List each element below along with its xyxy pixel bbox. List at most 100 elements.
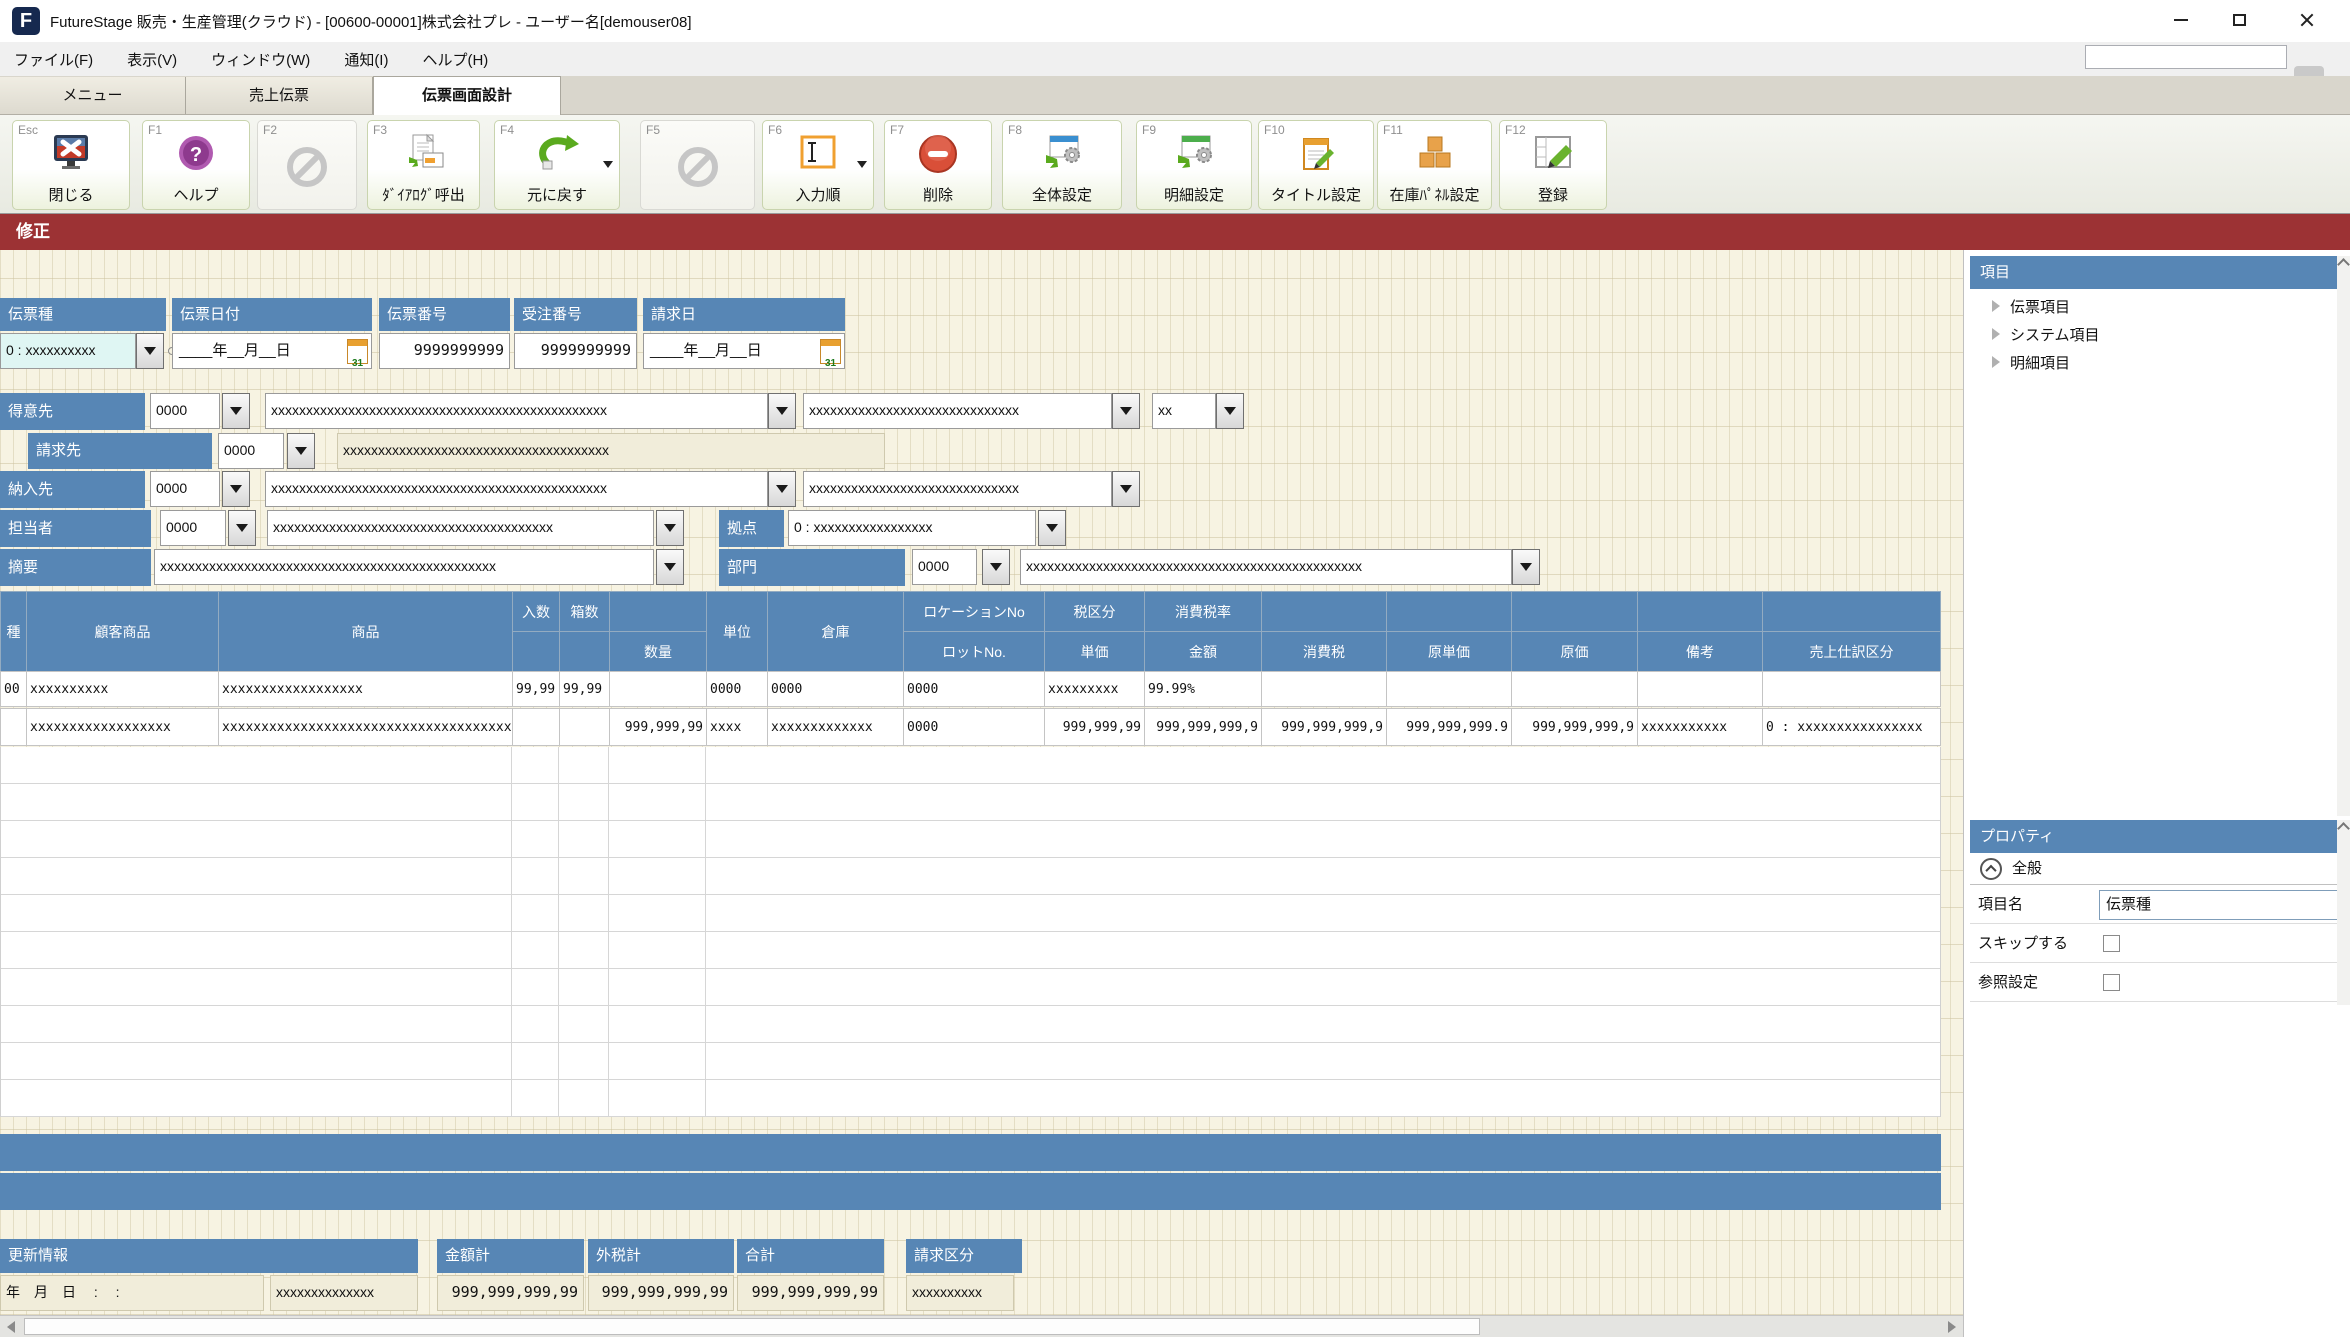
dept-label[interactable]: 部門 [719, 549, 905, 586]
dept-code-field[interactable]: 0000 [912, 549, 977, 585]
cell-warehouse[interactable]: 0000 [768, 672, 903, 706]
menu-view[interactable]: 表示(V) [127, 49, 177, 70]
dialog-call-button[interactable]: F3 ﾀﾞｲｱﾛｸﾞ呼出 [367, 120, 480, 210]
title-settings-button[interactable]: F10 タイトル設定 [1258, 120, 1374, 210]
empty-row[interactable] [1, 1006, 1940, 1043]
empty-row[interactable] [1, 1043, 1940, 1080]
minimize-button[interactable] [2158, 0, 2204, 40]
undo-dropdown-arrow[interactable] [603, 161, 613, 168]
cell-blank[interactable] [1763, 672, 1940, 706]
delivery-code-field[interactable]: 0000 [150, 471, 220, 507]
staff-code-dropdown[interactable] [228, 510, 256, 546]
overall-settings-button[interactable]: F8 全体設定 [1002, 120, 1122, 210]
register-button[interactable]: F12 登録 [1499, 120, 1607, 210]
staff-name-field[interactable]: xxxxxxxxxxxxxxxxxxxxxxxxxxxxxxxxxxxxxxxx [267, 510, 654, 546]
empty-row[interactable] [1, 858, 1940, 895]
cell-blank[interactable] [1387, 672, 1511, 706]
menu-help[interactable]: ヘルプ(H) [422, 49, 488, 70]
tree-item-detail-items[interactable]: 明細項目 [1970, 348, 2336, 376]
detail-settings-button[interactable]: F9 明細設定 [1136, 120, 1252, 210]
col-header-tax[interactable]: 消費税 [1262, 632, 1386, 671]
col-header-remarks[interactable]: 備考 [1638, 632, 1762, 671]
staff-code-field[interactable]: 0000 [160, 510, 226, 546]
cell-blank[interactable] [610, 672, 706, 706]
menu-window[interactable]: ウィンドウ(W) [211, 49, 310, 70]
cell-tax-class[interactable]: xxxxxxxxx [1045, 672, 1144, 706]
notification-input[interactable] [2085, 45, 2287, 69]
collapse-section-button[interactable] [1980, 858, 2002, 880]
empty-row[interactable] [1, 821, 1940, 858]
dept-name-dropdown[interactable] [1512, 549, 1540, 585]
close-button[interactable] [2284, 0, 2330, 40]
empty-row[interactable] [1, 895, 1940, 932]
update-info-header[interactable]: 更新情報 [0, 1239, 418, 1273]
slip-type-dropdown-button[interactable] [136, 333, 164, 369]
empty-row[interactable] [1, 1080, 1940, 1117]
order-no-field[interactable]: 9999999999 [514, 333, 637, 369]
col-header-amount[interactable]: 金額 [1145, 632, 1261, 671]
stock-panel-settings-button[interactable]: F11 在庫ﾊﾟﾈﾙ設定 [1377, 120, 1492, 210]
customer-label[interactable]: 得意先 [0, 393, 145, 430]
cell-customer-item[interactable]: xxxxxxxxxxxxxxxxxx [27, 709, 218, 745]
billing-label[interactable]: 請求先 [28, 433, 212, 469]
items-panel-scrollbar[interactable] [2337, 256, 2350, 816]
expander-icon[interactable] [1992, 328, 2000, 340]
empty-row[interactable] [1, 747, 1940, 784]
skip-checkbox[interactable] [2103, 935, 2120, 952]
billing-code-dropdown[interactable] [287, 433, 315, 469]
cell-item[interactable]: xxxxxxxxxxxxxxxxxx [219, 672, 512, 706]
customer-extra-field[interactable]: xx [1152, 393, 1216, 429]
col-header-lot-no[interactable]: ロットNo. [904, 632, 1044, 671]
input-order-dropdown-arrow[interactable] [857, 161, 867, 168]
cell-amount[interactable]: 999,999,999,9 [1145, 709, 1261, 745]
delivery-name2-field[interactable]: xxxxxxxxxxxxxxxxxxxxxxxxxxxxxx [803, 471, 1112, 507]
col-header-tax-rate[interactable]: 消費税率 [1145, 592, 1261, 631]
slip-no-header[interactable]: 伝票番号 [379, 298, 510, 331]
customer-code-dropdown[interactable] [222, 393, 250, 429]
summary-label[interactable]: 摘要 [0, 549, 151, 586]
property-name-input[interactable]: 伝票種 [2099, 890, 2350, 920]
customer-extra-dropdown[interactable] [1216, 393, 1244, 429]
scroll-right-button[interactable] [1941, 1316, 1963, 1337]
close-tool-button[interactable]: Esc 閉じる [12, 120, 130, 210]
delete-button[interactable]: F7 削除 [884, 120, 992, 210]
cell-boxes[interactable]: 99,99 [560, 672, 609, 706]
order-no-header[interactable]: 受注番号 [514, 298, 637, 331]
col-header-unit[interactable]: 単位 [707, 592, 767, 671]
col-header-unit-price[interactable]: 単価 [1045, 632, 1144, 671]
customer-name-field[interactable]: xxxxxxxxxxxxxxxxxxxxxxxxxxxxxxxxxxxxxxxx… [265, 393, 768, 429]
cell-unit-price[interactable]: 999,999,99 [1045, 709, 1144, 745]
slip-type-field[interactable]: 0 : xxxxxxxxxx [0, 333, 136, 369]
horizontal-scrollbar-thumb[interactable] [24, 1318, 1480, 1335]
cell-sales-journal[interactable]: 0 : xxxxxxxxxxxxxxxx [1763, 709, 1940, 745]
empty-row[interactable] [1, 784, 1940, 821]
cell-tax[interactable]: 999,999,999,9 [1262, 709, 1386, 745]
col-header-boxes[interactable]: 箱数 [560, 592, 609, 631]
cell-blank[interactable] [1512, 672, 1637, 706]
cell-item[interactable]: xxxxxxxxxxxxxxxxxxxxxxxxxxxxxxxxxxxxxxxx [219, 709, 512, 745]
tax-total-header[interactable]: 外税計 [588, 1239, 734, 1273]
cell-qty-per[interactable]: 99,99 [513, 672, 559, 706]
horizontal-scrollbar[interactable] [0, 1315, 1963, 1337]
undo-button[interactable]: F4 元に戻す [494, 120, 620, 210]
cell-remarks[interactable]: xxxxxxxxxxx [1638, 709, 1762, 745]
billing-class-header[interactable]: 請求区分 [906, 1239, 1022, 1273]
staff-label[interactable]: 担当者 [0, 510, 151, 547]
col-header-sales-journal[interactable]: 売上仕訳区分 [1763, 632, 1940, 671]
cell-unit[interactable]: 0000 [707, 672, 767, 706]
delivery-name2-dropdown[interactable] [1112, 471, 1140, 507]
summary-field[interactable]: xxxxxxxxxxxxxxxxxxxxxxxxxxxxxxxxxxxxxxxx… [154, 549, 654, 585]
billing-date-field[interactable]: ____年__月__日 [643, 333, 845, 369]
col-header-cost-unit-price[interactable]: 原単価 [1387, 632, 1511, 671]
col-header-type[interactable]: 種 [1, 592, 26, 671]
tree-item-slip-items[interactable]: 伝票項目 [1970, 292, 2336, 320]
properties-panel-scrollbar[interactable] [2337, 820, 2350, 1005]
col-header-cost[interactable]: 原価 [1512, 632, 1637, 671]
detail-row-2[interactable]: xxxxxxxxxxxxxxxxxx xxxxxxxxxxxxxxxxxxxxx… [0, 708, 1941, 746]
col-header-quantity[interactable]: 数量 [610, 632, 706, 671]
empty-row[interactable] [1, 932, 1940, 969]
detail-row-1[interactable]: 00 xxxxxxxxxx xxxxxxxxxxxxxxxxxx 99,99 9… [0, 671, 1941, 707]
dept-code-dropdown[interactable] [982, 549, 1010, 585]
cell-blank[interactable] [1638, 672, 1762, 706]
empty-row[interactable] [1, 969, 1940, 1006]
